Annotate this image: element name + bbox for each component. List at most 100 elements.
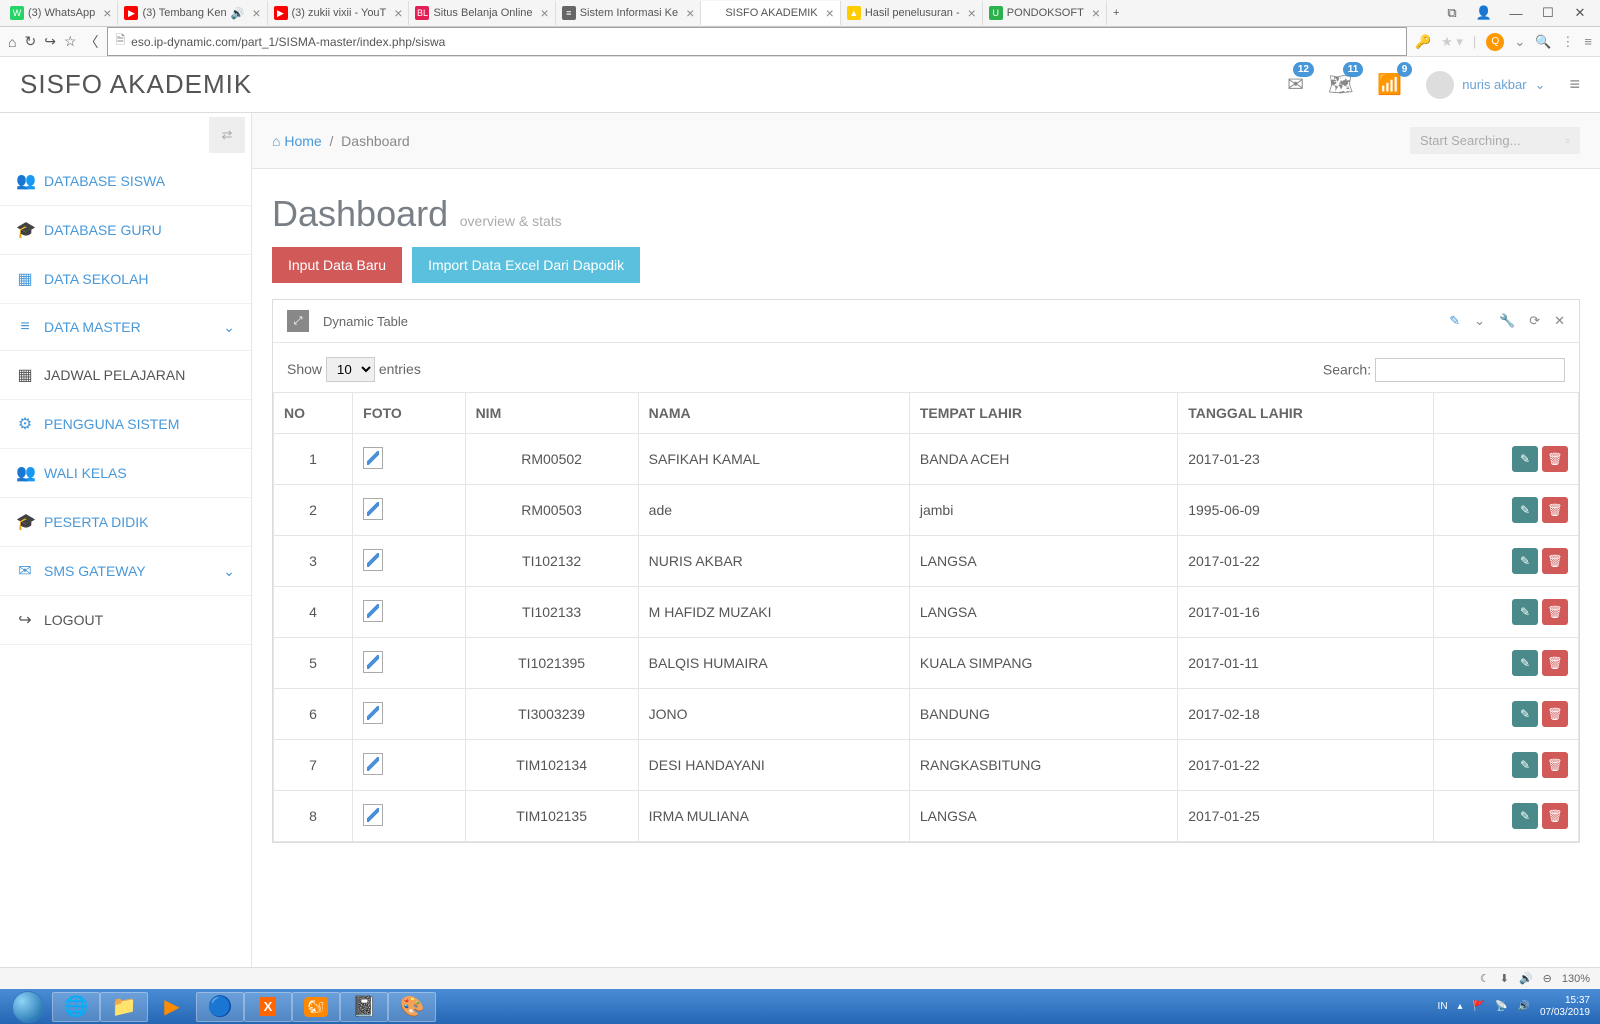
tab-close-icon[interactable]: × <box>252 5 260 21</box>
new-tab-icon[interactable]: + <box>1113 7 1119 19</box>
breadcrumb-home[interactable]: Home <box>284 133 321 149</box>
sidebar-item[interactable]: 👥WALI KELAS <box>0 449 251 498</box>
tab-close-icon[interactable]: × <box>541 5 549 21</box>
task-paint[interactable]: 🎨 <box>388 992 436 1022</box>
moon-icon[interactable]: ☾ <box>1480 972 1490 985</box>
expand-icon[interactable]: ⤢ <box>287 310 309 332</box>
edit-button[interactable]: ✎ <box>1512 803 1538 829</box>
tab-close-icon[interactable]: × <box>968 5 976 21</box>
sidebar-item[interactable]: ✉SMS GATEWAY⌄ <box>0 547 251 596</box>
maximize-icon[interactable]: ☐ <box>1536 5 1560 21</box>
task-explorer[interactable]: 📁 <box>100 992 148 1022</box>
edit-button[interactable]: ✎ <box>1512 752 1538 778</box>
delete-button[interactable]: 🗑 <box>1542 752 1568 778</box>
tab-close-icon[interactable]: × <box>394 5 402 21</box>
sidebar-item[interactable]: ≡DATA MASTER⌄ <box>0 304 251 351</box>
sidebar-item[interactable]: ▦DATA SEKOLAH <box>0 255 251 304</box>
map-icon[interactable]: 🗺11 <box>1328 72 1353 97</box>
sidebar-item[interactable]: ↪LOGOUT <box>0 596 251 645</box>
restore-tabs-icon[interactable]: ⧉ <box>1440 5 1464 21</box>
tab-close-icon[interactable]: × <box>1092 5 1100 21</box>
import-excel-button[interactable]: Import Data Excel Dari Dapodik <box>412 247 640 283</box>
user-menu[interactable]: nuris akbar ⌄ <box>1426 71 1545 99</box>
wifi-icon[interactable]: 📶9 <box>1377 72 1402 97</box>
tray-volume-icon[interactable]: 🔊 <box>1517 1001 1529 1012</box>
delete-button[interactable]: 🗑 <box>1542 497 1568 523</box>
delete-button[interactable]: 🗑 <box>1542 446 1568 472</box>
star-icon[interactable]: ☆ <box>64 33 77 50</box>
tray-chevron-icon[interactable]: ▴ <box>1458 1001 1463 1012</box>
panel-wrench-icon[interactable]: 🔧 <box>1499 313 1515 329</box>
column-header[interactable]: TEMPAT LAHIR <box>909 393 1177 434</box>
window-close-icon[interactable]: ✕ <box>1568 5 1592 21</box>
sidebar-item[interactable]: 👥DATABASE SISWA <box>0 157 251 206</box>
edit-button[interactable]: ✎ <box>1512 701 1538 727</box>
task-media[interactable]: ▶ <box>148 992 196 1022</box>
column-header[interactable]: NIM <box>465 393 638 434</box>
volume-icon[interactable]: 🔊 <box>1519 972 1533 985</box>
sidebar-item[interactable]: ▦JADWAL PELAJARAN <box>0 351 251 400</box>
system-clock[interactable]: 15:37 07/03/2019 <box>1540 995 1590 1019</box>
browser-tab[interactable]: ▶(3) zukii vixii - YouT× <box>268 1 410 25</box>
delete-button[interactable]: 🗑 <box>1542 599 1568 625</box>
browser-tab[interactable]: ▲Hasil penelusuran - × <box>841 1 983 25</box>
list-icon[interactable]: ≡ <box>1569 74 1580 95</box>
delete-button[interactable]: 🗑 <box>1542 548 1568 574</box>
panel-refresh-icon[interactable]: ⟳ <box>1529 313 1540 329</box>
edit-button[interactable]: ✎ <box>1512 548 1538 574</box>
task-chrome[interactable]: 🔵 <box>196 992 244 1022</box>
sidebar-item[interactable]: 🎓DATABASE GURU <box>0 206 251 255</box>
task-notepad[interactable]: 📓 <box>340 992 388 1022</box>
task-xampp[interactable]: X <box>244 992 292 1022</box>
browser-tab[interactable]: ▶(3) Tembang Ken🔊× <box>118 1 267 25</box>
tray-flag-icon[interactable]: 🚩 <box>1473 1001 1485 1012</box>
table-search-input[interactable] <box>1375 358 1565 382</box>
edit-button[interactable]: ✎ <box>1512 650 1538 676</box>
incognito-icon[interactable]: 👤 <box>1472 5 1496 21</box>
browser-tab[interactable]: ≡Sistem Informasi Ke× <box>556 1 702 25</box>
input-data-button[interactable]: Input Data Baru <box>272 247 402 283</box>
mail-icon[interactable]: ✉12 <box>1287 72 1304 97</box>
search-dropdown-icon[interactable]: ⌄ <box>1514 34 1525 50</box>
home-icon[interactable]: ⌂ <box>8 34 16 50</box>
header-search-input[interactable]: Start Searching... ▫ <box>1410 127 1580 154</box>
hamburger-menu-icon[interactable]: ≡ <box>1584 34 1592 49</box>
column-header[interactable]: NO <box>274 393 353 434</box>
entries-select[interactable]: 10 <box>326 357 375 382</box>
delete-button[interactable]: 🗑 <box>1542 803 1568 829</box>
start-button[interactable] <box>4 992 52 1022</box>
delete-button[interactable]: 🗑 <box>1542 650 1568 676</box>
column-header[interactable]: FOTO <box>353 393 465 434</box>
sidebar-item[interactable]: 🎓PESERTA DIDIK <box>0 498 251 547</box>
sidebar-item[interactable]: ⚙PENGGUNA SISTEM <box>0 400 251 449</box>
tab-close-icon[interactable]: × <box>686 5 694 21</box>
forward-icon[interactable]: ↪ <box>44 33 56 50</box>
tray-network-icon[interactable]: 📡 <box>1495 1001 1507 1012</box>
tab-close-icon[interactable]: × <box>103 5 111 21</box>
edit-button[interactable]: ✎ <box>1512 599 1538 625</box>
panel-edit-icon[interactable]: ✎ <box>1449 313 1460 329</box>
sidebar-toggle[interactable]: ⇄ <box>209 117 245 153</box>
back-icon[interactable]: 〈 <box>85 32 99 52</box>
browser-tab[interactable]: BLSitus Belanja Online× <box>409 1 555 25</box>
browser-tab[interactable]: W(3) WhatsApp× <box>4 1 118 25</box>
edit-button[interactable]: ✎ <box>1512 497 1538 523</box>
magnify-icon[interactable]: 🔍 <box>1535 34 1551 50</box>
search-engine-icon[interactable]: Q <box>1486 33 1504 51</box>
column-header[interactable]: TANGGAL LAHIR <box>1178 393 1434 434</box>
minimize-icon[interactable]: — <box>1504 6 1528 21</box>
lang-indicator[interactable]: IN <box>1438 1001 1448 1012</box>
reload-icon[interactable]: ↻ <box>24 33 36 50</box>
zoom-out-icon[interactable]: ⊖ <box>1543 972 1552 985</box>
browser-tab[interactable]: UPONDOKSOFT× <box>983 1 1107 25</box>
kebab-menu-icon[interactable]: ⋮ <box>1561 34 1574 50</box>
browser-tab[interactable]: SISFO AKADEMIK× <box>701 1 841 25</box>
bookmark-star-icon[interactable]: ★ ▾ <box>1441 34 1463 50</box>
task-ie[interactable]: 🌐 <box>52 992 100 1022</box>
panel-close-icon[interactable]: ✕ <box>1554 313 1565 329</box>
edit-button[interactable]: ✎ <box>1512 446 1538 472</box>
download-icon[interactable]: ⬇ <box>1500 972 1509 985</box>
task-uc[interactable]: 🐿 <box>292 992 340 1022</box>
key-icon[interactable]: 🔑 <box>1415 34 1431 50</box>
column-header[interactable]: NAMA <box>638 393 909 434</box>
